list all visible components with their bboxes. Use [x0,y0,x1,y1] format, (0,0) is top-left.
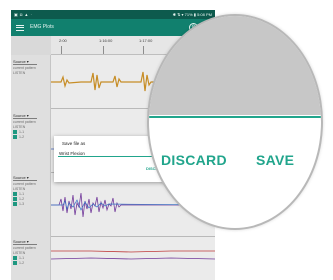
dialog-title: Save file as [62,141,86,146]
magnified-input-underline [149,116,321,118]
magnified-discard-button[interactable]: DISCARD [161,152,227,168]
zoom-magnifier: DISCARD SAVE [147,14,323,230]
magnified-dialog-backdrop [149,16,321,115]
menu-icon[interactable] [16,23,24,32]
app-title: EMG Plots [30,24,54,30]
status-icons: ▣ ◘ ▲ · [14,12,33,17]
magnified-save-button[interactable]: SAVE [256,152,294,168]
